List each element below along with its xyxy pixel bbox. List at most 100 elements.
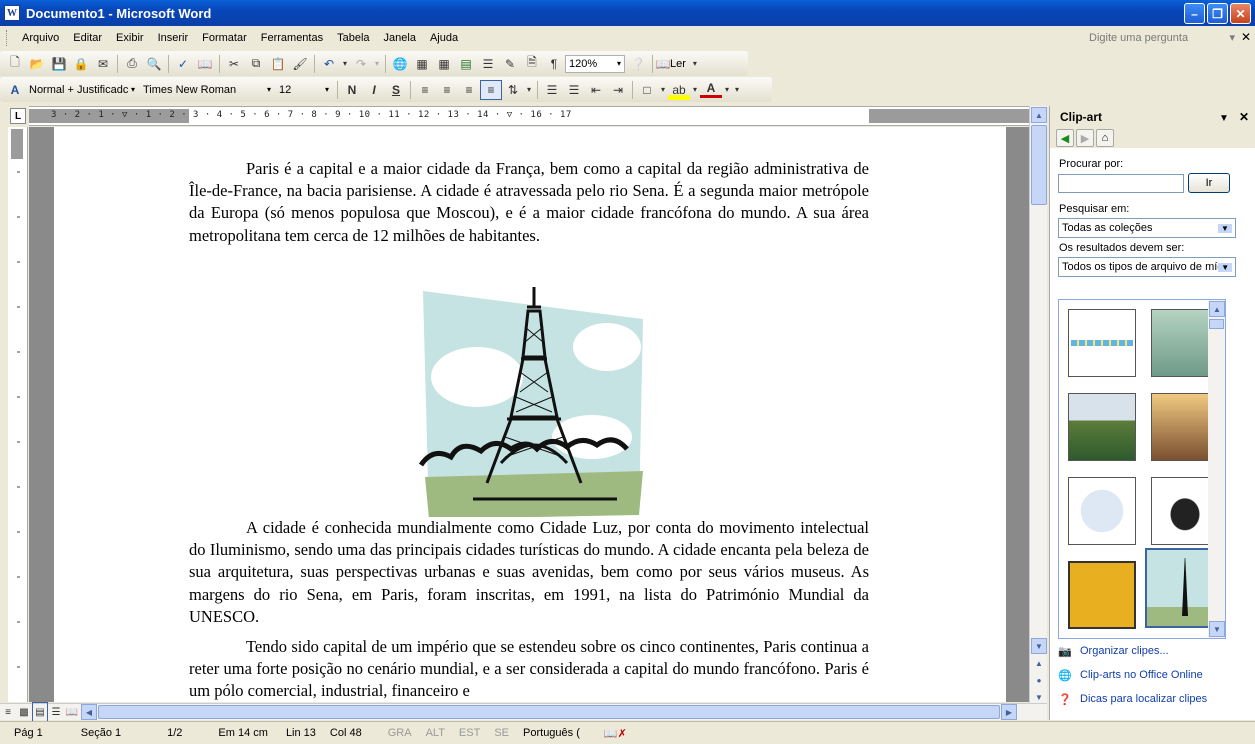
results-scrollbar[interactable]: ▲ ▼ <box>1208 300 1225 638</box>
bullets-icon[interactable]: ☰ <box>563 80 585 100</box>
document-page[interactable]: Paris é a capital e a maior cidade da Fr… <box>54 127 1006 702</box>
clipart-thumb-runner[interactable] <box>1068 477 1136 545</box>
scroll-right-icon[interactable]: ▶ <box>1001 704 1017 720</box>
forward-icon[interactable]: ▶ <box>1076 129 1094 147</box>
permission-icon[interactable]: 🔒 <box>70 54 92 74</box>
insert-table-icon[interactable]: ▦ <box>433 54 455 74</box>
document-area[interactable]: Paris é a capital e a maior cidade da Fr… <box>29 127 1029 702</box>
menu-formatar[interactable]: Formatar <box>195 32 254 44</box>
font-size-select[interactable]: 12 ▾ <box>276 81 332 99</box>
drawing-icon[interactable]: ✎ <box>499 54 521 74</box>
menu-tabela[interactable]: Tabela <box>330 32 376 44</box>
paragraph-2[interactable]: A cidade é conhecida mundialmente como C… <box>189 517 869 628</box>
menu-exibir[interactable]: Exibir <box>109 32 151 44</box>
menu-grip[interactable] <box>6 30 9 46</box>
maximize-button[interactable]: ❐ <box>1207 3 1228 24</box>
print-icon[interactable]: ⎙ <box>121 54 143 74</box>
ask-dropdown-icon[interactable]: ▾ <box>1229 31 1235 44</box>
borders-icon[interactable]: □ <box>636 80 658 100</box>
paste-icon[interactable]: 📋 <box>267 54 289 74</box>
word-app-icon[interactable]: W <box>4 5 20 21</box>
go-button[interactable]: Ir <box>1188 173 1230 193</box>
insert-excel-icon[interactable]: ▤ <box>455 54 477 74</box>
toolbar-options-icon[interactable]: ▾ <box>690 54 700 74</box>
status-overtype[interactable]: SE <box>494 727 509 739</box>
menu-ferramentas[interactable]: Ferramentas <box>254 32 330 44</box>
help-icon[interactable]: ❔ <box>627 54 649 74</box>
horizontal-scrollbar[interactable]: ≡ ▩ ▤ ☰ 📖 ◀ ▶ <box>0 702 1047 722</box>
web-view-icon[interactable]: ▩ <box>16 702 32 722</box>
tab-selector[interactable]: L <box>10 108 26 124</box>
read-button[interactable]: Ler <box>670 58 686 70</box>
decrease-indent-icon[interactable]: ⇤ <box>585 80 607 100</box>
italic-button[interactable]: I <box>363 80 385 100</box>
open-folder-icon[interactable]: 📂 <box>26 54 48 74</box>
print-preview-icon[interactable]: 🔍 <box>143 54 165 74</box>
vertical-scrollbar[interactable]: ▲ ▼ ▲ ● ▼ <box>1029 106 1047 704</box>
line-spacing-icon[interactable]: ⇅ <box>502 80 524 100</box>
font-color-icon[interactable]: A <box>700 81 722 98</box>
status-extend[interactable]: EST <box>459 727 480 739</box>
highlight-icon[interactable]: ab <box>668 79 690 100</box>
columns-icon[interactable]: ☰ <box>477 54 499 74</box>
clipart-thumb-border[interactable] <box>1068 309 1136 377</box>
align-center-icon[interactable]: ≡ <box>436 80 458 100</box>
font-dropdown-icon[interactable]: ▾ <box>267 85 271 94</box>
menu-ajuda[interactable]: Ajuda <box>423 32 465 44</box>
undo-icon[interactable]: ↶ <box>318 54 340 74</box>
results-dropdown-icon[interactable]: ▼ <box>1218 262 1232 272</box>
search-input[interactable] <box>1058 173 1184 193</box>
search-in-dropdown-icon[interactable]: ▼ <box>1218 223 1232 233</box>
underline-button[interactable]: S <box>385 80 407 100</box>
browse-object-icon[interactable]: ● <box>1031 672 1047 688</box>
redo-icon[interactable]: ↷ <box>350 54 372 74</box>
tips-link[interactable]: ❓ Dicas para localizar clipes <box>1058 692 1207 706</box>
menu-editar[interactable]: Editar <box>66 32 109 44</box>
align-left-icon[interactable]: ≡ <box>414 80 436 100</box>
normal-view-icon[interactable]: ≡ <box>0 702 16 722</box>
new-document-icon[interactable]: 🗋 <box>4 54 26 74</box>
redo-dropdown-icon[interactable]: ▾ <box>372 54 382 74</box>
task-pane-menu-icon[interactable]: ▼ <box>1219 113 1229 124</box>
show-hide-icon[interactable]: ¶ <box>543 54 565 74</box>
toolbar-options-icon[interactable]: ▾ <box>732 80 742 100</box>
horizontal-ruler[interactable]: 3 · 2 · 1 · ▽ · 1 · 2 · 3 · 4 · 5 · 6 · … <box>29 106 1029 126</box>
menu-inserir[interactable]: Inserir <box>151 32 196 44</box>
style-select[interactable]: Normal + Justificadc ▾ <box>26 81 138 99</box>
document-close-icon[interactable]: ✕ <box>1241 30 1251 44</box>
zoom-select[interactable]: 120% ▾ <box>565 54 625 73</box>
scroll-up-icon[interactable]: ▲ <box>1031 107 1047 123</box>
results-scroll-thumb[interactable] <box>1209 319 1224 329</box>
search-in-select[interactable]: Todas as coleções ▼ <box>1058 218 1236 238</box>
vertical-ruler[interactable] <box>8 127 28 702</box>
hyperlink-icon[interactable]: 🌐 <box>389 54 411 74</box>
email-icon[interactable]: ✉ <box>92 54 114 74</box>
clipart-thumb-tractor[interactable] <box>1068 561 1136 629</box>
bold-button[interactable]: N <box>341 80 363 100</box>
home-icon[interactable]: ⌂ <box>1096 129 1114 147</box>
zoom-dropdown-icon[interactable]: ▾ <box>617 59 621 68</box>
hscroll-thumb[interactable] <box>98 705 1000 719</box>
status-track-changes[interactable]: ALT <box>426 727 445 739</box>
status-record[interactable]: GRA <box>388 727 412 739</box>
print-layout-icon[interactable]: ▤ <box>32 702 48 722</box>
font-select[interactable]: Times New Roman ▾ <box>140 81 274 99</box>
numbering-icon[interactable]: ☰ <box>541 80 563 100</box>
font-color-dropdown-icon[interactable]: ▾ <box>722 80 732 100</box>
borders-dropdown-icon[interactable]: ▾ <box>658 80 668 100</box>
line-spacing-dropdown-icon[interactable]: ▾ <box>524 80 534 100</box>
organize-clips-link[interactable]: 📷 Organizar clipes... <box>1058 644 1207 658</box>
menu-janela[interactable]: Janela <box>377 32 423 44</box>
style-dropdown-icon[interactable]: ▾ <box>131 85 135 94</box>
styles-formatting-icon[interactable]: A <box>4 80 26 100</box>
eiffel-tower-clipart[interactable] <box>417 287 647 517</box>
menu-arquivo[interactable]: Arquivo <box>15 32 66 44</box>
research-icon[interactable]: 📖 <box>194 54 216 74</box>
copy-icon[interactable]: ⧉ <box>245 54 267 74</box>
clipart-thumb-house[interactable] <box>1068 393 1136 461</box>
results-scroll-down-icon[interactable]: ▼ <box>1209 621 1225 637</box>
undo-dropdown-icon[interactable]: ▾ <box>340 54 350 74</box>
close-button[interactable]: ✕ <box>1230 3 1251 24</box>
previous-page-icon[interactable]: ▲ <box>1031 655 1047 671</box>
spelling-status-icon[interactable]: 📖✗ <box>604 727 627 740</box>
